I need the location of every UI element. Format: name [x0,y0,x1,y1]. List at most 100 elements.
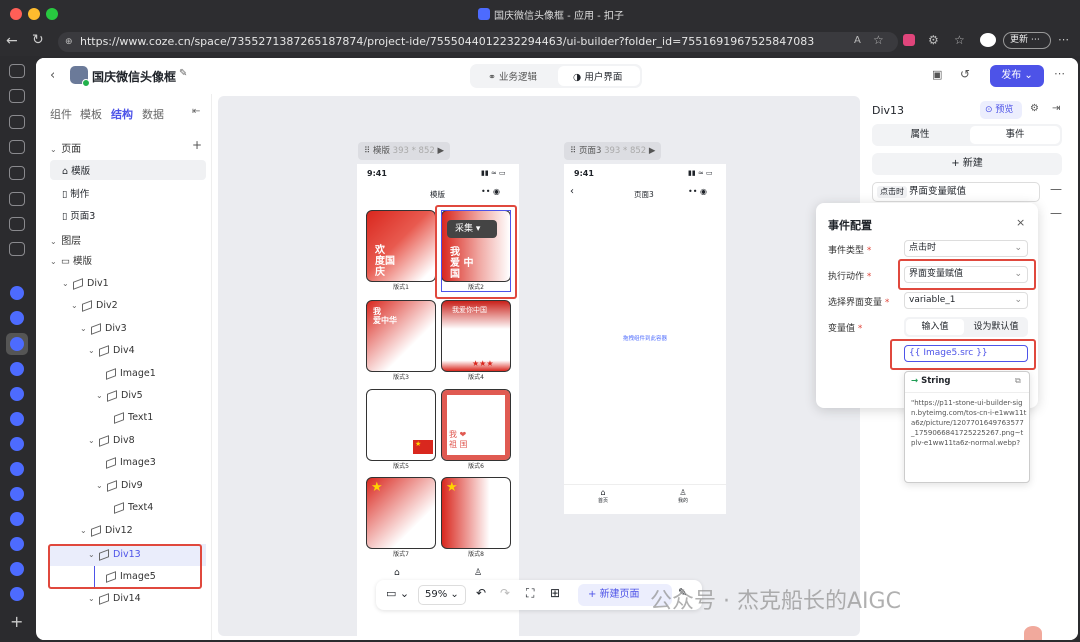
coze-tab-icon[interactable] [10,311,24,325]
copy-icon[interactable]: ⧉ [1015,376,1021,386]
tree-node-text1[interactable]: Text1 [114,408,153,428]
coze-tab-icon[interactable] [10,286,24,300]
assistant-avatar[interactable] [1024,626,1042,640]
layers-section-header[interactable]: ⌄ 图层 [50,232,81,247]
coze-tab-icon[interactable] [10,412,24,426]
new-event-button[interactable]: + 新建 [872,153,1062,175]
page-item-make[interactable]: ▯ 制作 [62,186,89,200]
tab-icon[interactable] [9,115,25,129]
tree-node-div5[interactable]: ⌄ Div5 [96,386,143,406]
collapse-right-icon[interactable]: ⇥ [1052,103,1060,114]
favorites-icon[interactable]: ☆ [954,33,965,47]
publish-button[interactable]: 发布 ⌄ [990,65,1044,87]
coze-tab-icon[interactable] [10,387,24,401]
event-type-select[interactable]: 点击时 ⌄ [904,240,1028,257]
add-page-icon[interactable]: + [192,138,202,152]
coze-tab-icon[interactable] [10,362,24,376]
maximize-window-button[interactable] [46,8,58,20]
device-select-icon[interactable]: ▭ ⌄ [386,587,409,600]
tree-node-div3[interactable]: ⌄ Div3 [80,319,127,339]
remove-event-icon[interactable]: — [1050,206,1062,220]
coze-tab-icon[interactable] [10,587,24,601]
tree-node-div9[interactable]: ⌄ Div9 [96,476,143,496]
url-bar[interactable]: ⊕ https://www.coze.cn/space/735527138726… [58,32,898,52]
nav-mine[interactable]: ♙ 我的 [678,488,688,504]
redo-icon[interactable]: ↷ [500,586,510,600]
thumb-template-7[interactable]: ★ [366,477,436,549]
profile-avatar[interactable] [980,33,996,47]
remove-event-icon[interactable]: — [1050,182,1062,196]
close-dialog-icon[interactable]: × [1016,216,1025,229]
coze-tab-icon[interactable] [10,487,24,501]
back-chevron-icon[interactable]: ‹ [570,186,574,197]
toolbar-panel-icon[interactable]: ▣ [932,68,942,81]
more-options-icon[interactable]: ⋯ [1054,67,1065,80]
tab-properties[interactable]: 属性 [874,127,966,143]
tab-actions-icon[interactable] [9,64,25,78]
tree-node-text4[interactable]: Text4 [114,498,153,518]
play-icon[interactable]: ▶ [437,146,444,156]
collapse-panel-icon[interactable]: ⇤ [192,106,200,117]
reload-icon[interactable]: ↻ [32,32,44,48]
play-icon[interactable]: ▶ [649,146,656,156]
capsule-icon[interactable]: •• ◉ [688,187,707,196]
back-chevron-icon[interactable]: ‹ [50,68,55,83]
tab-icon[interactable] [9,140,25,154]
tree-node-div14[interactable]: ⌄ Div14 [88,589,141,609]
tab-structure[interactable]: 结构 [111,106,133,122]
preview-button[interactable]: ⊙ 预览 [980,101,1022,119]
tab-icon[interactable] [9,217,25,231]
capsule-icon[interactable]: •• ◉ [481,187,500,196]
extensions-icon[interactable]: ⚙ [928,33,939,47]
extension-icon[interactable] [903,34,915,46]
tree-node-image1[interactable]: Image1 [106,364,156,384]
coze-tab-icon[interactable] [10,462,24,476]
coze-tab-icon[interactable] [10,512,24,526]
thumb-template-4[interactable]: 我爱你中国 ★★★ [441,300,511,372]
tab-data[interactable]: 数据 [142,106,164,122]
home-nav-icon[interactable]: ⌂ [394,568,400,578]
variable-select[interactable]: variable_1 ⌄ [904,292,1028,309]
event-item[interactable]: 点击时 界面变量赋值 [872,182,1040,202]
thumb-template-1[interactable]: 欢度国庆 [366,210,436,282]
profile-nav-icon[interactable]: ♙ [474,568,482,578]
tab-icon[interactable] [9,192,25,206]
tab-default-value[interactable]: 设为默认值 [966,319,1026,335]
favorite-star-icon[interactable]: ☆ [873,33,884,47]
page-item-page3[interactable]: ▯ 页面3 [62,208,95,222]
tab-templates[interactable]: 模板 [80,106,102,122]
history-icon[interactable]: ↺ [960,67,970,81]
back-icon[interactable]: ← [6,33,18,49]
tab-business-logic[interactable]: ⚭ 业务逻辑 [488,69,537,83]
nav-home[interactable]: ⌂ 首页 [598,488,608,504]
tree-node-image3[interactable]: Image3 [106,453,156,473]
coze-tab-icon[interactable] [10,562,24,576]
tree-node-div8[interactable]: ⌄ Div8 [88,431,135,451]
new-tab-icon[interactable]: + [10,612,23,631]
read-aloud-icon[interactable]: A [854,35,861,46]
undo-icon[interactable]: ↶ [476,586,486,600]
tab-input-value[interactable]: 输入值 [906,319,964,335]
tab-events[interactable]: 事件 [970,126,1060,144]
frame2-label[interactable]: ⠿ 页面3 393 * 852 ▶ [564,142,662,160]
tab-icon[interactable] [9,89,25,103]
thumb-template-5[interactable]: ★ [366,389,436,461]
phone-frame-template[interactable]: 9:41 ▮▮ ≈ ▭ 模版 •• ◉ 欢度国庆 版式1 我爱 中国 版式2 采… [357,164,519,636]
tree-node-template[interactable]: ⌄ ▭ 模版 [50,252,92,272]
grid-icon[interactable]: ⊞ [550,586,560,600]
tab-icon[interactable] [9,242,25,256]
frame1-label[interactable]: ⠿ 模版 393 * 852 ▶ [358,142,451,160]
close-window-button[interactable] [10,8,22,20]
tree-node-div4[interactable]: ⌄ Div4 [88,341,135,361]
tree-node-div2[interactable]: ⌄ Div2 [71,296,118,316]
tree-node-div12[interactable]: ⌄ Div12 [80,521,133,541]
edit-icon[interactable]: ✎ [179,68,187,79]
settings-icon[interactable]: ⚙ [1030,103,1039,114]
tree-node-div1[interactable]: ⌄ Div1 [62,274,109,294]
thumb-template-3[interactable]: 我爱中华 [366,300,436,372]
minimize-window-button[interactable] [28,8,40,20]
coze-tab-icon[interactable] [10,537,24,551]
coze-tab-icon[interactable] [10,337,24,351]
thumb-template-6[interactable]: 我 ❤ 祖 国 [441,389,511,461]
update-button[interactable]: 更新 ⋯ [1003,32,1051,49]
